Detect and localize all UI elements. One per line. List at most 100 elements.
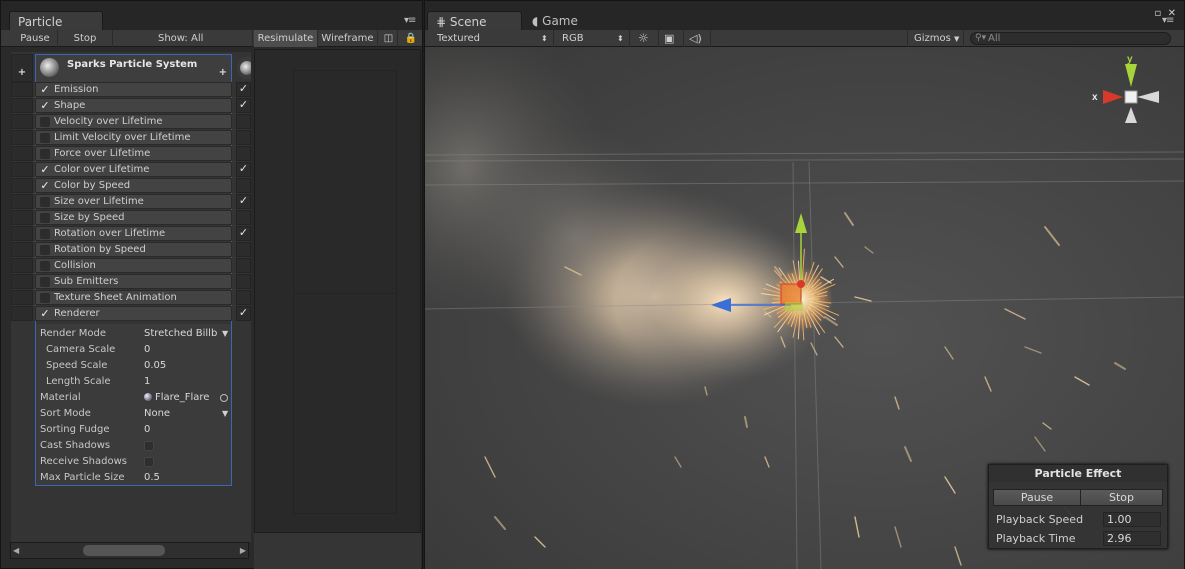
module-size-by-speed[interactable]: Size by Speed (35, 210, 232, 225)
module-checkbox[interactable] (40, 197, 50, 207)
module-checkbox[interactable] (40, 261, 50, 271)
render-channel-select[interactable]: RGB (562, 30, 584, 47)
stop-button[interactable]: Stop (58, 30, 113, 47)
next-system-module-checkbox[interactable]: ✓ (236, 162, 251, 177)
scene-window-menu-icon[interactable]: ▾≡ (1162, 15, 1174, 26)
module-velocity-over-lifetime[interactable]: Velocity over Lifetime (35, 114, 232, 129)
sort-mode-dropdown-icon[interactable]: ▼ (222, 409, 228, 418)
module-checkbox[interactable]: ✓ (40, 100, 50, 111)
render-mode-select[interactable]: Stretched Billb (144, 328, 217, 339)
next-system-icon[interactable] (237, 57, 251, 79)
module-checkbox[interactable] (40, 293, 50, 303)
horizontal-scrollbar[interactable]: ◀ ▶ (10, 542, 249, 559)
scene-effects-icon[interactable]: ▣ (664, 30, 674, 47)
next-system-module-checkbox[interactable] (236, 258, 251, 273)
module-checkbox[interactable] (40, 133, 50, 143)
module-renderer[interactable]: ✓ Renderer (35, 306, 232, 321)
toolbar-separator (963, 30, 964, 47)
scroll-left-icon[interactable]: ◀ (13, 546, 19, 555)
system-header[interactable]: Sparks Particle System + (36, 55, 231, 82)
scene-viewport[interactable]: y x Particle Effect Pause Stop Playback … (425, 47, 1184, 569)
shading-mode-select[interactable]: Textured (437, 30, 480, 47)
scroll-right-icon[interactable]: ▶ (240, 546, 246, 555)
overlay-pause-button[interactable]: Pause (993, 489, 1081, 506)
show-filter-dropdown[interactable]: Show: All (113, 30, 253, 47)
next-system-module-checkbox[interactable]: ✓ (236, 194, 251, 209)
scene-search-input[interactable]: ⚲▾ All (970, 32, 1171, 45)
module-checkbox[interactable] (40, 277, 50, 287)
module-label: Velocity over Lifetime (54, 116, 163, 127)
next-system-module-checkbox[interactable] (236, 210, 251, 225)
module-checkbox[interactable] (40, 117, 50, 127)
tab-game[interactable]: ◖ Game (524, 11, 619, 31)
next-system-module-checkbox[interactable]: ✓ (236, 226, 251, 241)
gizmos-dropdown[interactable]: Gizmos ▼ (914, 30, 959, 47)
resimulate-toggle[interactable]: Resimulate (254, 30, 318, 47)
tab-scene[interactable]: ⋕ Scene (427, 11, 522, 31)
wireframe-toggle[interactable]: Wireframe (318, 30, 378, 47)
module-color-over-lifetime[interactable]: ✓ Color over Lifetime (35, 162, 232, 177)
module-force-over-lifetime[interactable]: Force over Lifetime (35, 146, 232, 161)
module-checkbox[interactable]: ✓ (40, 308, 50, 319)
module-texture-sheet-animation[interactable]: Texture Sheet Animation (35, 290, 232, 305)
window-menu-icon[interactable]: ▾≡ (404, 15, 416, 26)
module-rotation-by-speed[interactable]: Rotation by Speed (35, 242, 232, 257)
camera-scale-field[interactable]: 0 (144, 344, 150, 355)
receive-shadows-checkbox[interactable] (144, 457, 154, 467)
scene-lighting-icon[interactable]: ☼ (638, 30, 649, 47)
overlay-stop-button[interactable]: Stop (1080, 489, 1163, 506)
next-system-module-checkbox[interactable] (236, 242, 251, 257)
length-scale-field[interactable]: 1 (144, 376, 150, 387)
render-mode-dropdown-icon[interactable]: ▼ (222, 329, 228, 338)
material-field[interactable]: Flare_Flare (144, 392, 209, 403)
tab-particle-effect[interactable]: Particle Effect (9, 11, 103, 43)
module-checkbox[interactable] (40, 229, 50, 239)
module-emission[interactable]: ✓ Emission (35, 82, 232, 97)
next-system-module-checkbox[interactable] (236, 114, 251, 129)
playback-speed-field[interactable]: 1.00 (1103, 512, 1161, 527)
next-system-module-checkbox[interactable]: ✓ (236, 306, 251, 321)
module-checkbox[interactable] (40, 149, 50, 159)
scene-toolbar: Textured ⬍ RGB ⬍ ☼ ▣ ◁) Gizmos ▼ ⚲▾ All (425, 30, 1184, 47)
module-color-by-speed[interactable]: ✓ Color by Speed (35, 178, 232, 193)
next-system-module-checkbox[interactable] (236, 130, 251, 145)
object-picker-icon[interactable] (220, 394, 228, 402)
add-module-icon[interactable]: + (219, 67, 227, 78)
module-checkbox[interactable]: ✓ (40, 84, 50, 95)
receive-shadows-label: Receive Shadows (40, 456, 127, 467)
module-rotation-over-lifetime[interactable]: Rotation over Lifetime (35, 226, 232, 241)
playback-time-field[interactable]: 2.96 (1103, 531, 1161, 546)
next-system-module-checkbox[interactable]: ✓ (236, 98, 251, 113)
scrollbar-thumb[interactable] (83, 545, 165, 556)
maximize-icon[interactable]: ▫ (1154, 8, 1161, 19)
next-system-module-checkbox[interactable] (236, 146, 251, 161)
add-system-icon[interactable]: + (11, 54, 33, 82)
next-system-module-checkbox[interactable] (236, 178, 251, 193)
module-checkbox[interactable]: ✓ (40, 180, 50, 191)
cast-shadows-checkbox[interactable] (144, 441, 154, 451)
audio-icon[interactable]: ◁) (689, 30, 702, 47)
speed-scale-field[interactable]: 0.05 (144, 360, 166, 371)
layout-icon[interactable]: ◫ (380, 30, 398, 47)
module-checkbox[interactable] (40, 213, 50, 223)
module-collision[interactable]: Collision (35, 258, 232, 273)
sorting-fudge-field[interactable]: 0 (144, 424, 150, 435)
module-size-over-lifetime[interactable]: Size over Lifetime (35, 194, 232, 209)
material-name: Flare_Flare (155, 392, 210, 403)
search-placeholder: All (988, 33, 1001, 44)
pause-button[interactable]: Pause (13, 30, 58, 47)
next-system-module-checkbox[interactable] (236, 274, 251, 289)
module-checkbox[interactable]: ✓ (40, 164, 50, 175)
max-particle-size-field[interactable]: 0.5 (144, 472, 160, 483)
module-checkbox[interactable] (40, 245, 50, 255)
module-sub-emitters[interactable]: Sub Emitters (35, 274, 232, 289)
render-channel-dropdown-icon[interactable]: ⬍ (617, 30, 624, 47)
module-shape[interactable]: ✓ Shape (35, 98, 232, 113)
next-system-module-checkbox[interactable] (236, 290, 251, 305)
curve-editor-area[interactable] (254, 49, 421, 533)
next-system-module-checkbox[interactable]: ✓ (236, 82, 251, 97)
shading-mode-dropdown-icon[interactable]: ⬍ (541, 30, 548, 47)
module-limit-velocity-over-lifetime[interactable]: Limit Velocity over Lifetime (35, 130, 232, 145)
sort-mode-select[interactable]: None (144, 408, 170, 419)
lock-icon[interactable]: 🔒 (400, 30, 422, 47)
